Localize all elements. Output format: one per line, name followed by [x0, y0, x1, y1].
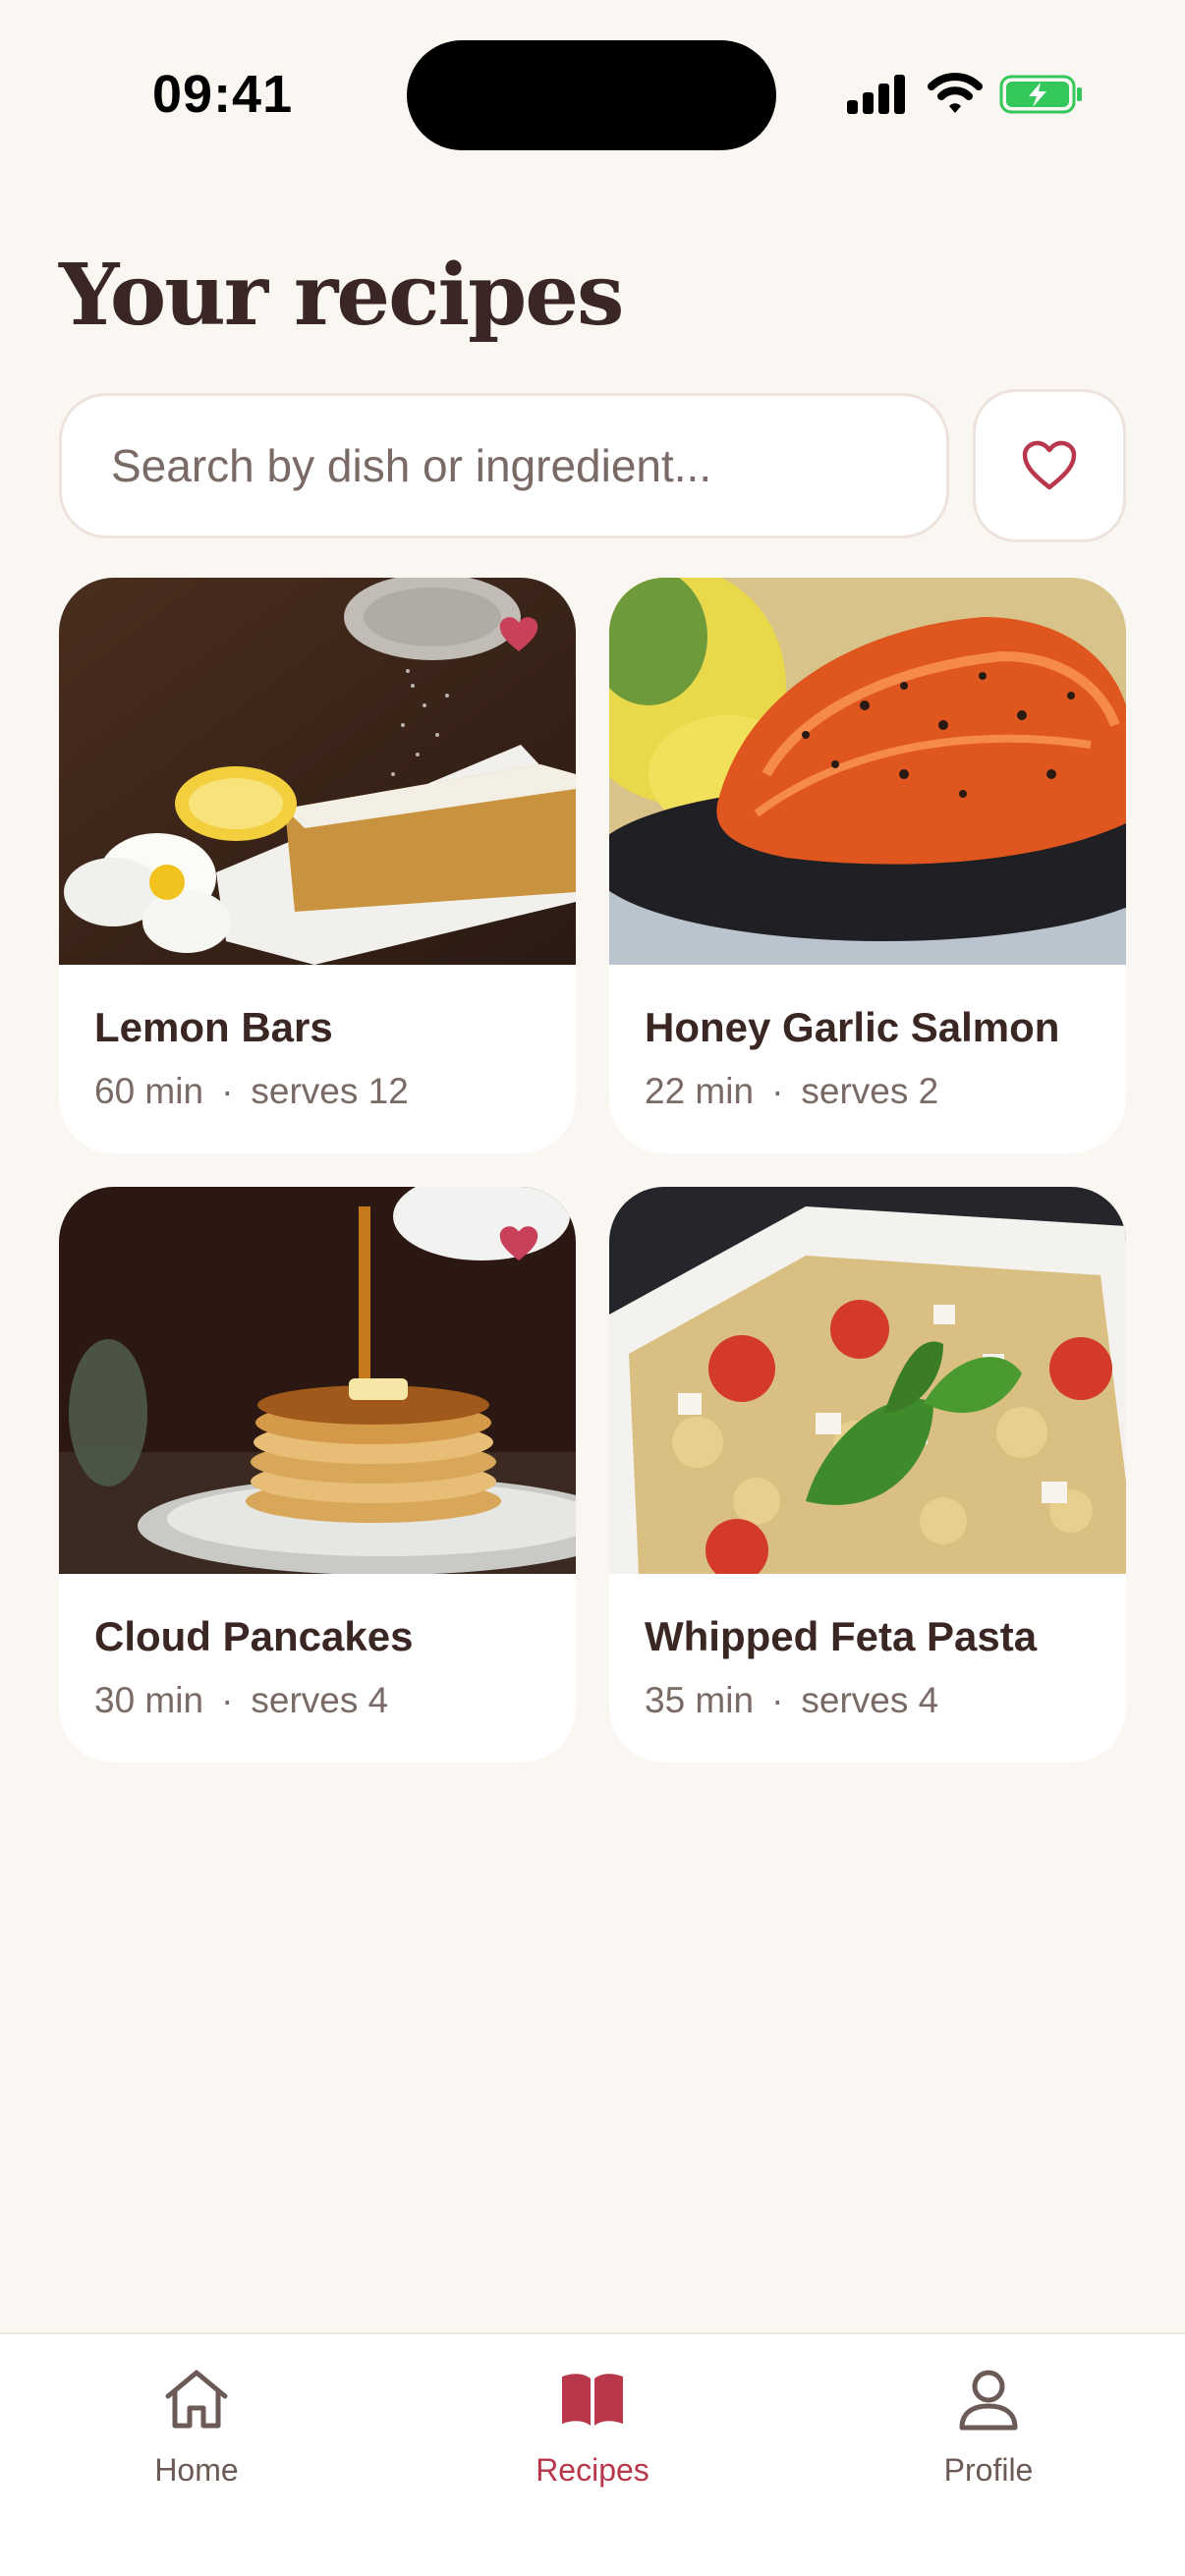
recipe-meta: 60 min · serves 12: [94, 1071, 409, 1112]
recipe-card[interactable]: Lemon Bars 60 min · serves 12: [59, 578, 576, 1153]
recipe-time: 30 min: [94, 1680, 204, 1720]
home-icon: [165, 2370, 228, 2429]
cellular-signal-icon: [847, 75, 905, 114]
search-box[interactable]: [59, 393, 949, 538]
heart-outline-icon: [1022, 440, 1077, 490]
meta-separator: ·: [221, 1680, 234, 1720]
recipe-meta: 35 min · serves 4: [645, 1680, 938, 1721]
dynamic-island: [407, 40, 776, 150]
nav-label: Profile: [943, 2452, 1034, 2488]
nav-label: Recipes: [536, 2452, 649, 2488]
nav-item-recipes[interactable]: Recipes: [475, 2364, 710, 2489]
wifi-icon: [928, 73, 983, 113]
recipe-card[interactable]: Whipped Feta Pasta 35 min · serves 4: [609, 1187, 1126, 1763]
recipe-serves: serves 4: [801, 1680, 939, 1720]
battery-charging-icon: [999, 75, 1082, 114]
recipe-serves: serves 2: [801, 1071, 939, 1111]
status-bar: 09:41: [0, 0, 1185, 187]
nav-item-home[interactable]: Home: [79, 2364, 314, 2489]
page-title: Your recipes: [59, 246, 624, 345]
meta-separator: ·: [771, 1680, 784, 1720]
recipe-time: 60 min: [94, 1071, 204, 1111]
recipe-title: Lemon Bars: [94, 1004, 333, 1050]
recipe-image-honey-garlic-salmon: [609, 578, 1126, 965]
favorites-filter-button[interactable]: [973, 389, 1126, 542]
meta-separator: ·: [771, 1071, 784, 1111]
recipe-serves: serves 12: [251, 1071, 409, 1111]
recipe-title: Whipped Feta Pasta: [645, 1613, 1038, 1659]
recipe-meta: 22 min · serves 2: [645, 1071, 938, 1112]
recipe-meta: 30 min · serves 4: [94, 1680, 388, 1721]
recipe-title: Cloud Pancakes: [94, 1613, 414, 1659]
recipe-time: 35 min: [645, 1680, 755, 1720]
recipe-image-whipped-feta-pasta: [609, 1187, 1126, 1574]
recipe-serves: serves 4: [251, 1680, 389, 1720]
bottom-nav: Home Recipes Profile: [0, 2332, 1185, 2576]
meta-separator: ·: [221, 1071, 234, 1111]
status-time: 09:41: [152, 65, 294, 124]
nav-label: Home: [154, 2452, 239, 2488]
search-input[interactable]: [62, 396, 946, 535]
favorite-heart-icon[interactable]: [497, 615, 540, 654]
nav-item-profile[interactable]: Profile: [871, 2364, 1106, 2489]
person-icon: [959, 2370, 1018, 2431]
recipe-card[interactable]: Honey Garlic Salmon 22 min · serves 2: [609, 578, 1126, 1153]
recipe-title: Honey Garlic Salmon: [645, 1004, 1060, 1050]
favorite-heart-icon[interactable]: [497, 1224, 540, 1263]
recipe-time: 22 min: [645, 1071, 755, 1111]
book-icon: [562, 2374, 623, 2426]
recipe-card[interactable]: Cloud Pancakes 30 min · serves 4: [59, 1187, 576, 1763]
